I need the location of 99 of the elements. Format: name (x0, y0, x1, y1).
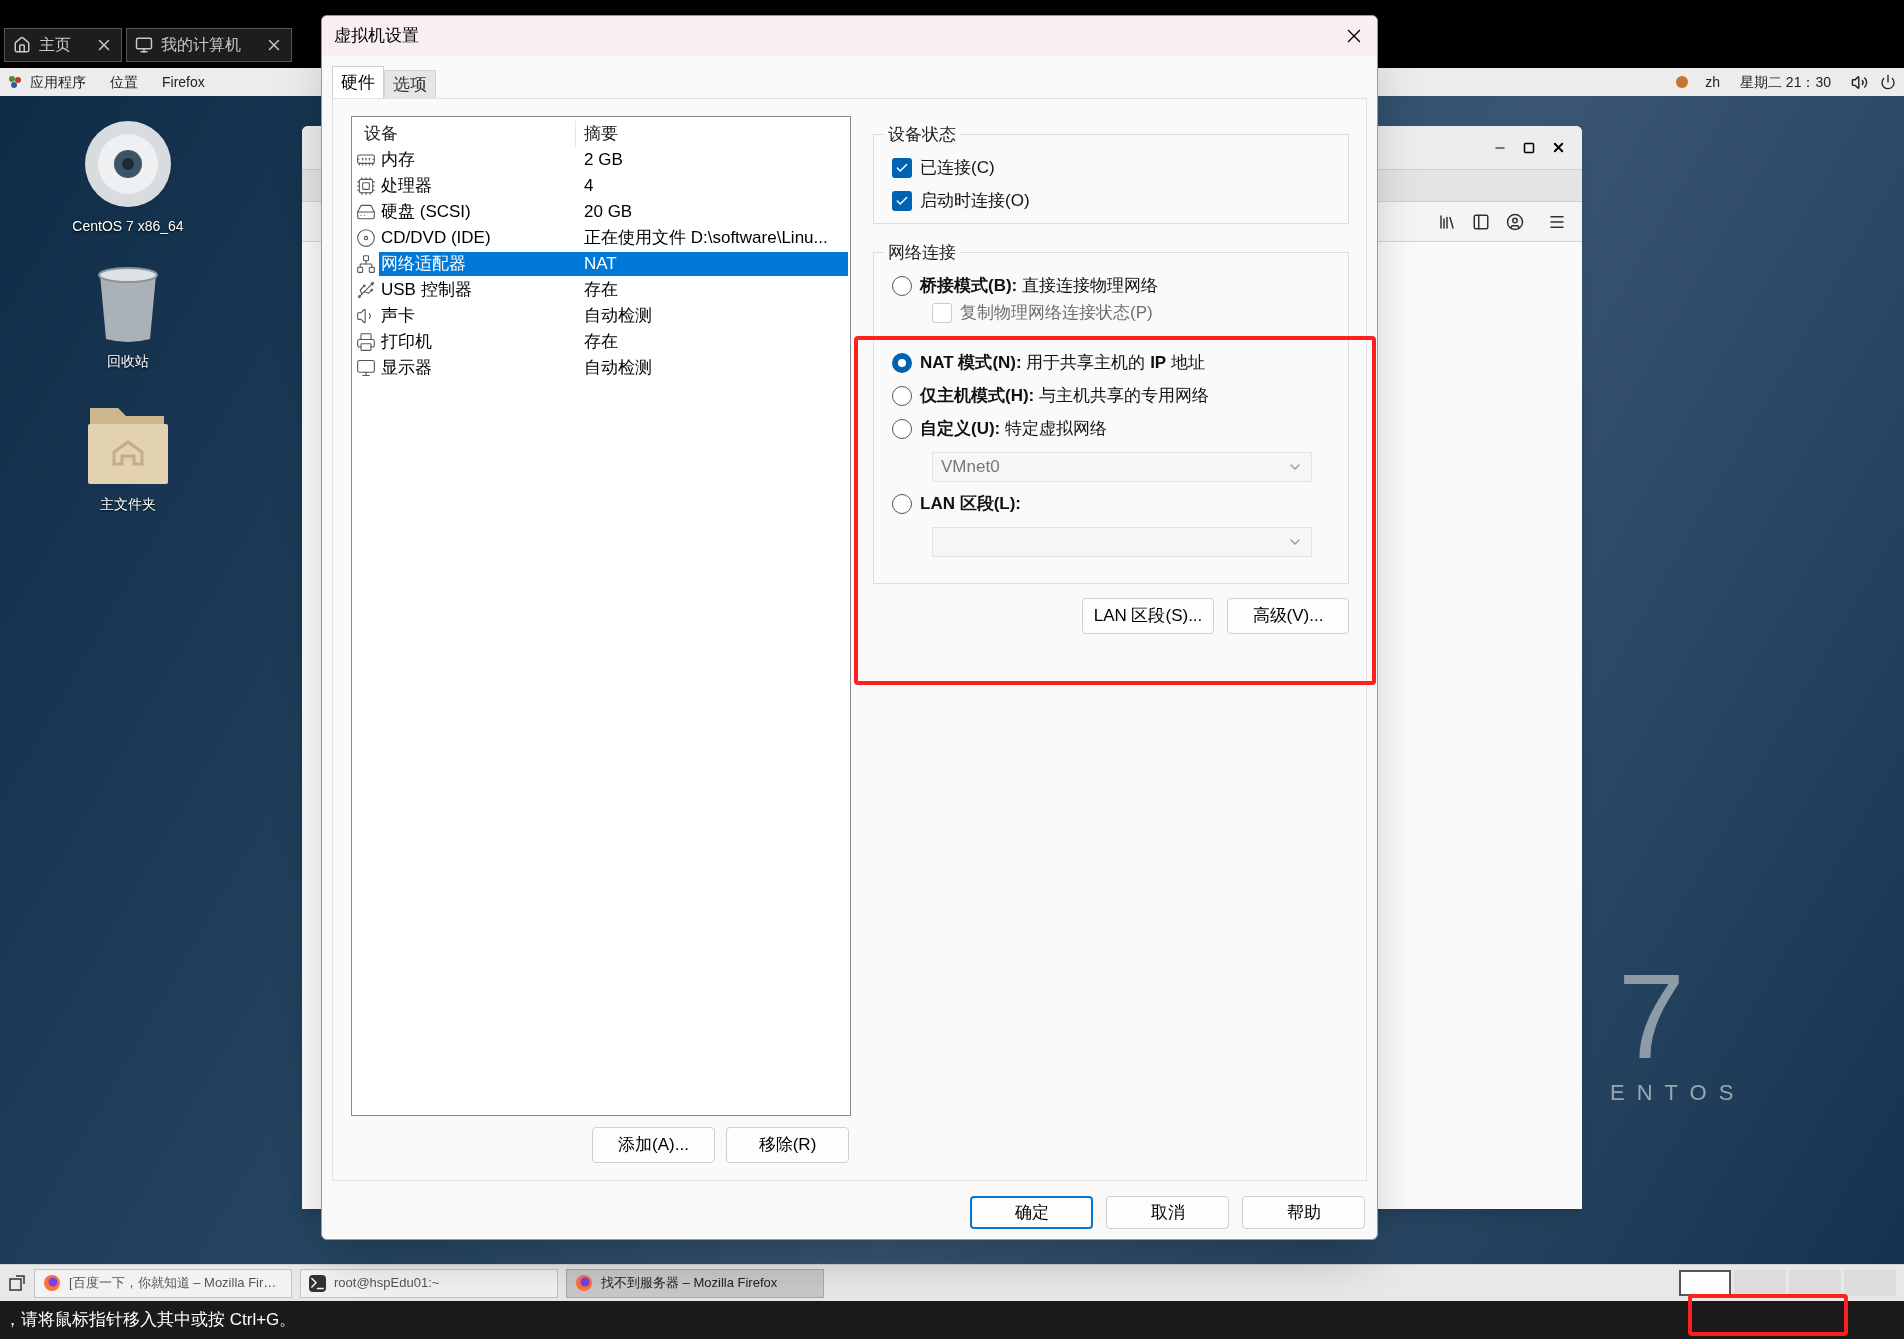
checkbox[interactable] (892, 191, 912, 211)
device-row[interactable]: 内存 2 GB (379, 148, 848, 172)
device-summary: NAT (583, 253, 617, 276)
taskbar-window-button[interactable]: root@hspEdu01:~ (300, 1268, 558, 1298)
checkbox-label: 启动时连接(O) (920, 190, 1030, 213)
panel-menu[interactable]: 位置 (110, 71, 138, 93)
dialog-button[interactable]: 确定 (970, 1196, 1093, 1229)
disc-icon (356, 228, 376, 248)
apps-icon (8, 75, 22, 89)
dialog-tab[interactable]: 硬件 (332, 66, 384, 98)
dialog-button[interactable]: 添加(A)... (592, 1127, 715, 1163)
maximize-icon[interactable] (1523, 141, 1535, 154)
radio-label: 自定义(U): 特定虚拟网络 (920, 418, 1107, 441)
dialog-button[interactable]: 移除(R) (726, 1127, 849, 1163)
column-header: 摘要 (583, 123, 618, 146)
radio-label: LAN 区段(L): (920, 493, 1022, 516)
dialog-button[interactable]: 帮助 (1242, 1196, 1365, 1229)
dialog-button[interactable]: LAN 区段(S)... (1082, 597, 1214, 634)
status-icon (1675, 75, 1690, 89)
check-icon (895, 161, 909, 175)
radio-button[interactable] (892, 494, 912, 514)
device-name: 处理器 (380, 175, 433, 198)
usb-icon (356, 280, 376, 300)
device-row[interactable]: 处理器 4 (379, 174, 848, 198)
device-name: 显示器 (380, 357, 433, 380)
device-row[interactable]: 显示器 自动检测 (379, 356, 848, 380)
device-summary: 正在使用文件 D:\software\Linu... (583, 227, 828, 250)
power-icon[interactable] (1880, 74, 1896, 90)
firefox-icon (43, 1274, 61, 1292)
radio-button[interactable] (892, 386, 912, 406)
device-name: CD/DVD (IDE) (380, 227, 492, 250)
device-name: 内存 (380, 149, 416, 172)
account-icon[interactable] (1506, 212, 1524, 231)
dialog-button[interactable]: 高级(V)... (1227, 597, 1349, 634)
taskbar-window-button[interactable]: [百度一下，你就知道 – Mozilla Fir… (34, 1268, 292, 1298)
group-title: 网络连接 (887, 242, 957, 264)
radio-button[interactable] (892, 353, 912, 373)
device-name: 打印机 (380, 331, 433, 354)
device-summary: 20 GB (583, 201, 633, 224)
network-icon (356, 254, 376, 274)
device-name: 网络适配器 (380, 253, 467, 276)
panel-menu[interactable]: 应用程序 (30, 71, 86, 93)
drive-icon (356, 202, 376, 222)
sidebar-icon[interactable] (1472, 212, 1490, 231)
desktop-icon-label[interactable]: 主文件夹 (100, 494, 156, 515)
desktop-icon-label[interactable]: CentOS 7 x86_64 (72, 216, 184, 237)
checkbox-label: 复制物理网络连接状态(P) (960, 301, 1153, 324)
column-header: 设备 (356, 121, 576, 147)
close-icon[interactable] (1551, 140, 1566, 155)
home-icon (13, 36, 31, 54)
device-row[interactable]: 硬盘 (SCSI) 20 GB (379, 200, 848, 224)
desktop-icon-label[interactable]: 回收站 (107, 351, 149, 372)
device-summary: 自动检测 (583, 305, 652, 328)
check-icon (895, 194, 909, 208)
terminal-icon (309, 1274, 326, 1292)
radio-label: 桥接模式(B): 直接连接物理网络 (920, 275, 1158, 298)
checkbox[interactable] (892, 158, 912, 178)
monitor-icon (135, 36, 153, 54)
device-name: 声卡 (380, 305, 416, 328)
dialog-tab[interactable]: 选项 (384, 70, 436, 98)
chip-icon (356, 176, 376, 196)
device-row[interactable]: 声卡 自动检测 (379, 304, 848, 328)
device-summary: 自动检测 (583, 357, 652, 380)
vm-tab[interactable]: 主页 (4, 28, 122, 62)
device-summary: 4 (583, 175, 594, 198)
disc-icon (84, 120, 172, 208)
volume-icon[interactable] (1851, 73, 1868, 91)
clock[interactable]: 星期二 21：30 (1739, 71, 1831, 93)
printer-icon (356, 332, 376, 352)
checkbox-label: 已连接(C) (920, 157, 995, 180)
workspace-switcher[interactable] (1679, 1270, 1896, 1296)
device-summary: 2 GB (583, 149, 623, 172)
radio-button[interactable] (892, 419, 912, 439)
status-message: ，请将鼠标指针移入其中或按 Ctrl+G。 (4, 1309, 297, 1332)
taskbar-window-button[interactable]: 找不到服务器 – Mozilla Firefox (566, 1268, 824, 1298)
radio-label: NAT 模式(N): 用于共享主机的 IP 地址 (920, 352, 1205, 375)
device-row[interactable]: 打印机 存在 (379, 330, 848, 354)
vm-tab[interactable]: 我的计算机 (126, 28, 292, 62)
dialog-title: 虚拟机设置 (334, 25, 419, 48)
dialog-button[interactable]: 取消 (1106, 1196, 1229, 1229)
panel-menu[interactable]: Firefox (162, 71, 205, 93)
radio-label: 仅主机模式(H): 与主机共享的专用网络 (920, 385, 1209, 408)
device-name: 硬盘 (SCSI) (380, 201, 472, 224)
firefox-icon (575, 1274, 593, 1292)
monitor-icon (356, 358, 376, 378)
radio-button[interactable] (892, 276, 912, 296)
device-row[interactable]: 网络适配器 NAT (379, 252, 848, 276)
trash-icon (96, 267, 160, 343)
device-summary: 存在 (583, 279, 618, 302)
library-icon[interactable] (1438, 212, 1456, 231)
device-row[interactable]: USB 控制器 存在 (379, 278, 848, 302)
device-summary: 存在 (583, 331, 618, 354)
logo-numeral: 7 (1617, 956, 1685, 1076)
show-desktop-icon[interactable] (8, 1274, 26, 1292)
group-title: 设备状态 (887, 124, 957, 146)
language-indicator[interactable]: zh (1705, 71, 1720, 93)
device-name: USB 控制器 (380, 279, 473, 302)
device-row[interactable]: CD/DVD (IDE) 正在使用文件 D:\software\Linu... (379, 226, 848, 250)
logo-text: ENTOS (1610, 1079, 1746, 1107)
